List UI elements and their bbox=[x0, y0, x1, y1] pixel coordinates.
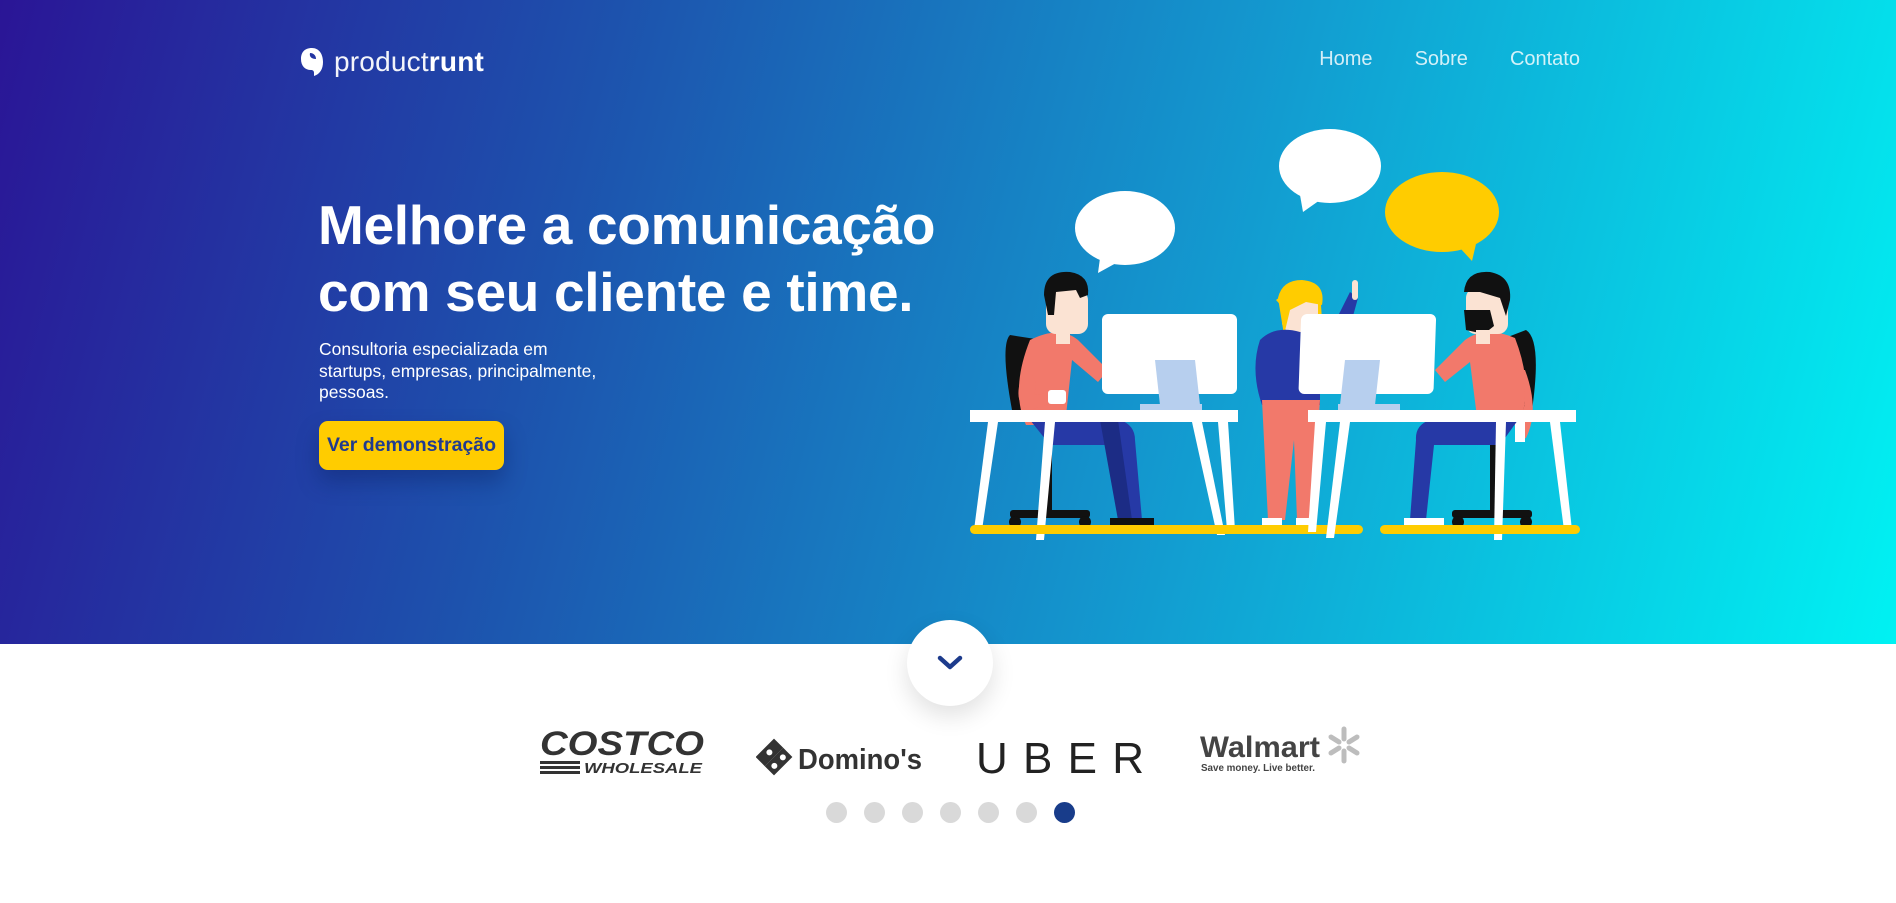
carousel-dot-3[interactable] bbox=[902, 802, 923, 823]
costco-logo: COSTCO WHOLESALE bbox=[540, 725, 704, 777]
walmart-spark-icon bbox=[1328, 726, 1360, 764]
carousel-dot-2[interactable] bbox=[864, 802, 885, 823]
dominos-logo: Domino's bbox=[756, 738, 922, 776]
man-left bbox=[1018, 271, 1154, 526]
headline-line-2: com seu cliente e time. bbox=[318, 261, 914, 323]
carousel-dot-6[interactable] bbox=[1016, 802, 1037, 823]
costco-logo-subtext: WHOLESALE bbox=[584, 760, 703, 777]
hero-section: productrunt Home Sobre Contato Melhore a… bbox=[0, 0, 1896, 644]
chevron-down-icon bbox=[937, 655, 963, 670]
brand-logo[interactable]: productrunt bbox=[300, 46, 484, 78]
client-logos: COSTCO WHOLESALE Domino's UBER Walmart S… bbox=[530, 725, 1370, 785]
brand-name-light: product bbox=[334, 46, 429, 77]
walmart-logo-text: Walmart bbox=[1200, 731, 1320, 764]
hero-headline: Melhore a comunicação com seu cliente e t… bbox=[318, 192, 998, 326]
leaf-logo-icon bbox=[301, 48, 323, 76]
speech-bubble-white-top bbox=[1279, 129, 1381, 212]
uber-logo-text: UBER bbox=[976, 734, 1144, 781]
dominos-logo-text: Domino's bbox=[798, 744, 922, 776]
carousel-dot-4[interactable] bbox=[940, 802, 961, 823]
nav-link-home[interactable]: Home bbox=[1319, 48, 1372, 71]
carousel-pagination bbox=[826, 802, 1075, 823]
carousel-dot-5[interactable] bbox=[978, 802, 999, 823]
brand-name: productrunt bbox=[334, 46, 484, 78]
brand-name-bold: runt bbox=[428, 46, 485, 77]
uber-logo: UBER bbox=[976, 734, 1144, 781]
walmart-logo: Walmart Save money. Live better. bbox=[1200, 726, 1360, 774]
nav-link-contato[interactable]: Contato bbox=[1510, 48, 1580, 71]
man-right bbox=[1404, 271, 1533, 526]
hero-subtitle: Consultoria especializada em startups, e… bbox=[319, 339, 597, 402]
carousel-dot-7[interactable] bbox=[1054, 802, 1075, 823]
main-nav: Home Sobre Contato bbox=[1319, 48, 1580, 71]
carousel-dot-1[interactable] bbox=[826, 802, 847, 823]
speech-bubble-yellow bbox=[1385, 172, 1499, 261]
walmart-logo-tagline: Save money. Live better. bbox=[1201, 763, 1315, 774]
demo-button[interactable]: Ver demonstração bbox=[319, 421, 504, 470]
speech-bubble-white-left bbox=[1075, 191, 1175, 273]
costco-logo-text: COSTCO bbox=[540, 725, 704, 763]
headline-line-1: Melhore a comunicação bbox=[318, 194, 936, 256]
nav-link-sobre[interactable]: Sobre bbox=[1415, 48, 1468, 71]
team-office-illustration bbox=[970, 129, 1580, 540]
monitor-left bbox=[1102, 314, 1237, 412]
scroll-down-button[interactable] bbox=[907, 620, 993, 706]
